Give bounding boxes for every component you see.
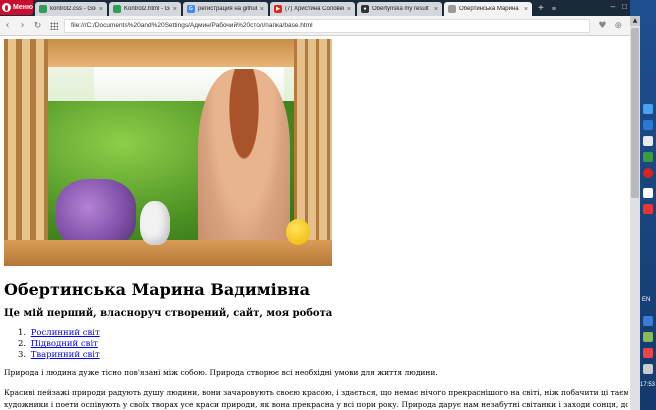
heart-icon[interactable]: ♥ [598,21,606,31]
close-icon[interactable]: × [524,6,528,13]
language-indicator[interactable]: EN [642,297,650,303]
github-icon: ● [361,5,369,13]
app-icon[interactable] [643,188,653,198]
app-icon[interactable] [643,204,653,214]
app-icon[interactable] [643,120,653,130]
new-tab-button[interactable]: + [538,3,544,14]
google-icon: G [187,5,195,13]
tab-title: регистрация на github [198,6,257,12]
google-drive-icon [113,5,121,13]
tab-title: Обертинська Марина [459,6,519,12]
volume-icon[interactable] [643,364,653,374]
list-number: 3. [18,350,27,360]
tray-icon[interactable] [643,348,653,358]
paragraph-line: художники і поети оспівують у своїх твор… [4,400,628,409]
hero-window-shutter-left [4,39,48,266]
menu-label: Меню [13,4,33,11]
tab-menu-icon[interactable]: ≡ [552,6,556,13]
list-item: 3. Тваринний світ [18,350,100,361]
hero-woman [198,69,290,266]
tab-title: kontrol2.css - Google [50,6,96,12]
close-icon[interactable]: × [434,6,438,13]
link-animal-world[interactable]: Тваринний світ [31,350,100,360]
clock: 17:53 [640,382,656,388]
list-number: 2. [18,339,27,349]
page-title: Обертинська Марина Вадимівна [4,280,310,299]
opera-logo-icon [2,3,11,12]
tab-current-page[interactable]: Обертинська Марина × [444,2,532,16]
hero-lilac-flowers [56,179,136,249]
google-drive-icon [39,5,47,13]
hero-window-frame-top [44,39,332,67]
page-icon [448,5,456,13]
forward-icon[interactable]: › [15,20,30,31]
tab-kontrol2-html[interactable]: Kontrol2.html - Google × [109,2,181,16]
scroll-up-icon[interactable]: ▲ [630,16,640,26]
hero-rabbit [140,201,170,245]
paragraph-line: Красиві пейзажі природи радують душу люд… [4,388,628,397]
hero-ducklings [286,219,310,245]
reload-icon[interactable]: ↻ [30,21,45,31]
page-subtitle: Це мій перший, власноруч створений, сайт… [4,308,333,319]
tab-title: (7) Христина Соловей [285,6,344,12]
address-bar: ‹ › ↻ file:///C:/Documents%20and%20Setti… [0,16,630,36]
topic-list: 1. Рослинний світ 2. Підводний світ 3. Т… [18,328,100,361]
scrollbar-thumb[interactable] [631,28,639,198]
close-icon[interactable]: × [173,6,177,13]
youtube-icon: ▶ [274,5,282,13]
tab-title: Obertynska my result [372,6,429,12]
menu-button[interactable]: Меню [0,0,33,15]
list-number: 1. [18,328,27,338]
paragraph-nature: Красиві пейзажі природи радують душу люд… [4,387,628,410]
url-field[interactable]: file:///C:/Documents%20and%20Settings/Ад… [64,18,591,33]
paragraph-intro: Природа і людина дуже тісно пов'язані мі… [4,368,438,377]
opera-icon[interactable] [643,168,653,178]
speed-dial-icon[interactable] [50,21,58,30]
maximize-icon[interactable]: □ [622,2,627,11]
tray-icon[interactable] [643,332,653,342]
tab-title: Kontrol2.html - Google [124,6,170,12]
page-content: Обертинська Марина Вадимівна Це мій перш… [0,36,630,410]
close-icon[interactable]: × [260,6,264,13]
tray-icon[interactable] [643,316,653,326]
app-icon[interactable] [643,104,653,114]
tab-github-registration[interactable]: G регистрация на github × [183,2,268,16]
list-item: 2. Підводний світ [18,339,100,350]
window-controls: – □ [611,2,627,11]
tab-kontrol2-css[interactable]: kontrol2.css - Google × [35,2,107,16]
link-underwater-world[interactable]: Підводний світ [31,339,98,349]
back-icon[interactable]: ‹ [0,20,15,31]
close-icon[interactable]: × [99,6,103,13]
app-icon[interactable] [643,152,653,162]
tab-github-result[interactable]: ● Obertynska my result × [357,2,442,16]
app-icon[interactable] [643,136,653,146]
hero-window-sill [4,240,332,266]
download-icon[interactable]: ⊕ [614,21,622,31]
tab-youtube[interactable]: ▶ (7) Христина Соловей × [270,2,355,16]
close-icon[interactable]: × [347,6,351,13]
link-plant-world[interactable]: Рослинний світ [31,328,100,338]
hero-image [4,39,332,266]
tab-bar: Меню kontrol2.css - Google × Kontrol2.ht… [0,0,630,16]
minimize-icon[interactable]: – [611,2,615,11]
list-item: 1. Рослинний світ [18,328,100,339]
